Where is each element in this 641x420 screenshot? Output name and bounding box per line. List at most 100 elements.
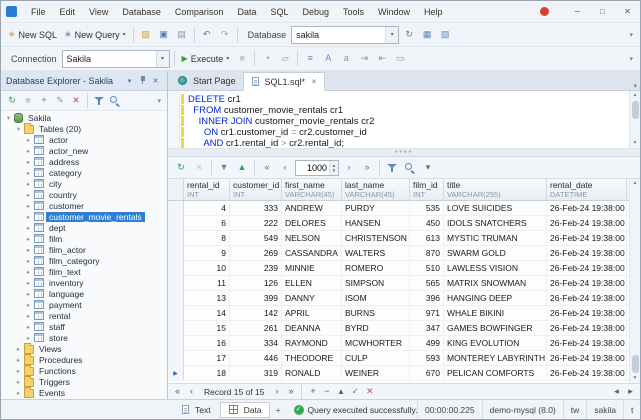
cell-first_name[interactable]: NELSON [282, 231, 342, 245]
undo-icon[interactable]: ↶ [198, 25, 216, 44]
cell-rental_id[interactable]: 14 [184, 306, 230, 320]
column-header-rental_id[interactable]: rental_id INT [184, 179, 230, 200]
menu-debug[interactable]: Debug [295, 1, 336, 23]
cell-first_name[interactable]: RAYMOND [282, 336, 342, 350]
cell-title[interactable]: PELICAN COMFORTS [444, 366, 547, 380]
open-file-icon[interactable]: ▨ [137, 25, 155, 44]
first-page-icon[interactable]: « [258, 158, 276, 177]
expand-icon[interactable]: ▸ [14, 345, 23, 353]
cell-rental_id[interactable]: 4 [184, 201, 230, 215]
expand-icon[interactable]: ▸ [14, 356, 23, 364]
tab-text[interactable]: Text [174, 402, 218, 418]
menu-help[interactable]: Help [417, 1, 450, 23]
cell-title[interactable]: WHALE BIKINI [444, 306, 547, 320]
menu-file[interactable]: File [24, 1, 53, 23]
tree-table-store[interactable]: ▸ store [1, 332, 167, 343]
editor-scroll-track[interactable] [631, 100, 639, 139]
lowercase-keywords-icon[interactable]: a [337, 49, 355, 68]
cell-last_name[interactable]: CULP [342, 351, 410, 365]
cell-title[interactable]: IDOLS SNATCHERS [444, 216, 547, 230]
explorer-menu-dropdown-icon[interactable]: ▾ [123, 77, 136, 85]
outdent-icon[interactable]: ⇤ [373, 49, 391, 68]
menu-sql[interactable]: SQL [263, 1, 295, 23]
cell-rental_date[interactable]: 26-Feb-24 19:38:00 [547, 321, 627, 335]
expand-icon[interactable]: ▸ [24, 136, 33, 144]
next-page-icon[interactable]: › [340, 158, 358, 177]
cell-rental_date[interactable]: 26-Feb-24 19:38:00 [547, 291, 627, 305]
row-marker[interactable]: ▶ [168, 366, 184, 380]
new-query-dropdown-icon[interactable]: ▾ [123, 32, 126, 38]
cell-rental_date[interactable]: 26-Feb-24 19:38:00 [547, 246, 627, 260]
cell-rental_date[interactable]: 26-Feb-24 19:38:00 [547, 306, 627, 320]
tree-table-payment[interactable]: ▸ payment [1, 299, 167, 310]
expand-icon[interactable]: ▸ [24, 202, 33, 210]
menu-view[interactable]: View [82, 1, 115, 23]
menu-tools[interactable]: Tools [336, 1, 371, 23]
prev-page-icon[interactable]: ‹ [276, 158, 294, 177]
expand-icon[interactable]: ▸ [24, 224, 33, 232]
expand-icon[interactable]: ▸ [24, 169, 33, 177]
page-size-input[interactable] [296, 160, 329, 175]
cell-last_name[interactable]: PURDY [342, 201, 410, 215]
cell-rental_date[interactable]: 26-Feb-24 19:38:00 [547, 276, 627, 290]
expand-icon[interactable]: ▸ [24, 323, 33, 331]
post-edit-icon[interactable]: ✓ [348, 385, 362, 398]
page-size-spinner[interactable]: ▲ ▼ [329, 160, 338, 175]
cell-title[interactable]: GAMES BOWFINGER [444, 321, 547, 335]
cell-last_name[interactable]: MCWHORTER [342, 336, 410, 350]
cell-rental_id[interactable]: 9 [184, 246, 230, 260]
import-data-icon[interactable]: ▼ [215, 158, 233, 177]
expand-icon[interactable]: ▸ [24, 147, 33, 155]
tree-group-views[interactable]: ▸ Views [1, 342, 167, 354]
search-icon[interactable] [107, 93, 123, 109]
menu-comparison[interactable]: Comparison [168, 1, 231, 23]
cell-first_name[interactable]: DANNY [282, 291, 342, 305]
add-tab-button[interactable]: + [272, 402, 285, 418]
grid-options-icon[interactable]: ▾ [419, 158, 437, 177]
row-marker[interactable] [168, 351, 184, 365]
cell-film_id[interactable]: 565 [410, 276, 444, 290]
cell-film_id[interactable]: 593 [410, 351, 444, 365]
menu-database[interactable]: Database [115, 1, 168, 23]
expand-icon[interactable]: ▸ [24, 268, 33, 276]
new-query-button[interactable]: ∗ New Query ▾ [61, 25, 129, 44]
cell-customer_id[interactable]: 446 [230, 351, 282, 365]
tree-table-rental[interactable]: ▸ rental [1, 310, 167, 321]
expand-icon[interactable]: ▸ [24, 301, 33, 309]
redo-icon[interactable]: ↷ [216, 25, 234, 44]
tab-list-dropdown-icon[interactable]: ▾ [630, 82, 640, 90]
column-header-customer_id[interactable]: customer_id INT [230, 179, 282, 200]
tab-start-page[interactable]: Start Page [170, 71, 243, 90]
minimize-button[interactable]: ─ [565, 1, 590, 23]
cell-film_id[interactable]: 670 [410, 366, 444, 380]
column-header-title[interactable]: title VARCHAR(255) [444, 179, 547, 200]
row-marker[interactable] [168, 321, 184, 335]
cell-customer_id[interactable]: 222 [230, 216, 282, 230]
expand-icon[interactable]: ▸ [24, 191, 33, 199]
expand-icon[interactable]: ▸ [24, 213, 33, 221]
cell-rental_id[interactable]: 13 [184, 291, 230, 305]
cell-rental_date[interactable]: 26-Feb-24 19:38:00 [547, 336, 627, 350]
tree-table-country[interactable]: ▸ country [1, 189, 167, 200]
column-header-first_name[interactable]: first_name VARCHAR(45) [282, 179, 342, 200]
first-record-icon[interactable]: « [171, 385, 184, 398]
menu-data[interactable]: Data [230, 1, 263, 23]
database-combo[interactable]: sakila ▾ [291, 25, 400, 44]
cell-customer_id[interactable]: 126 [230, 276, 282, 290]
expand-icon[interactable]: ▸ [24, 180, 33, 188]
editor-scroll-thumb[interactable] [631, 101, 639, 119]
tab-data[interactable]: Data [219, 401, 270, 418]
cell-film_id[interactable]: 396 [410, 291, 444, 305]
cell-first_name[interactable]: ANDREW [282, 201, 342, 215]
tree-table-film[interactable]: ▸ film [1, 233, 167, 244]
cell-title[interactable]: SWARM GOLD [444, 246, 547, 260]
last-page-icon[interactable]: » [358, 158, 376, 177]
explorer-close-icon[interactable]: ✕ [149, 77, 162, 85]
editor-vertical-scrollbar[interactable]: ▲ ▼ [629, 91, 640, 148]
query-builder-icon[interactable]: ▧ [436, 25, 454, 44]
cell-customer_id[interactable]: 549 [230, 231, 282, 245]
cell-customer_id[interactable]: 142 [230, 306, 282, 320]
expand-icon[interactable]: ▸ [24, 235, 33, 243]
tree-table-category[interactable]: ▸ category [1, 167, 167, 178]
expand-icon[interactable]: ▸ [24, 290, 33, 298]
